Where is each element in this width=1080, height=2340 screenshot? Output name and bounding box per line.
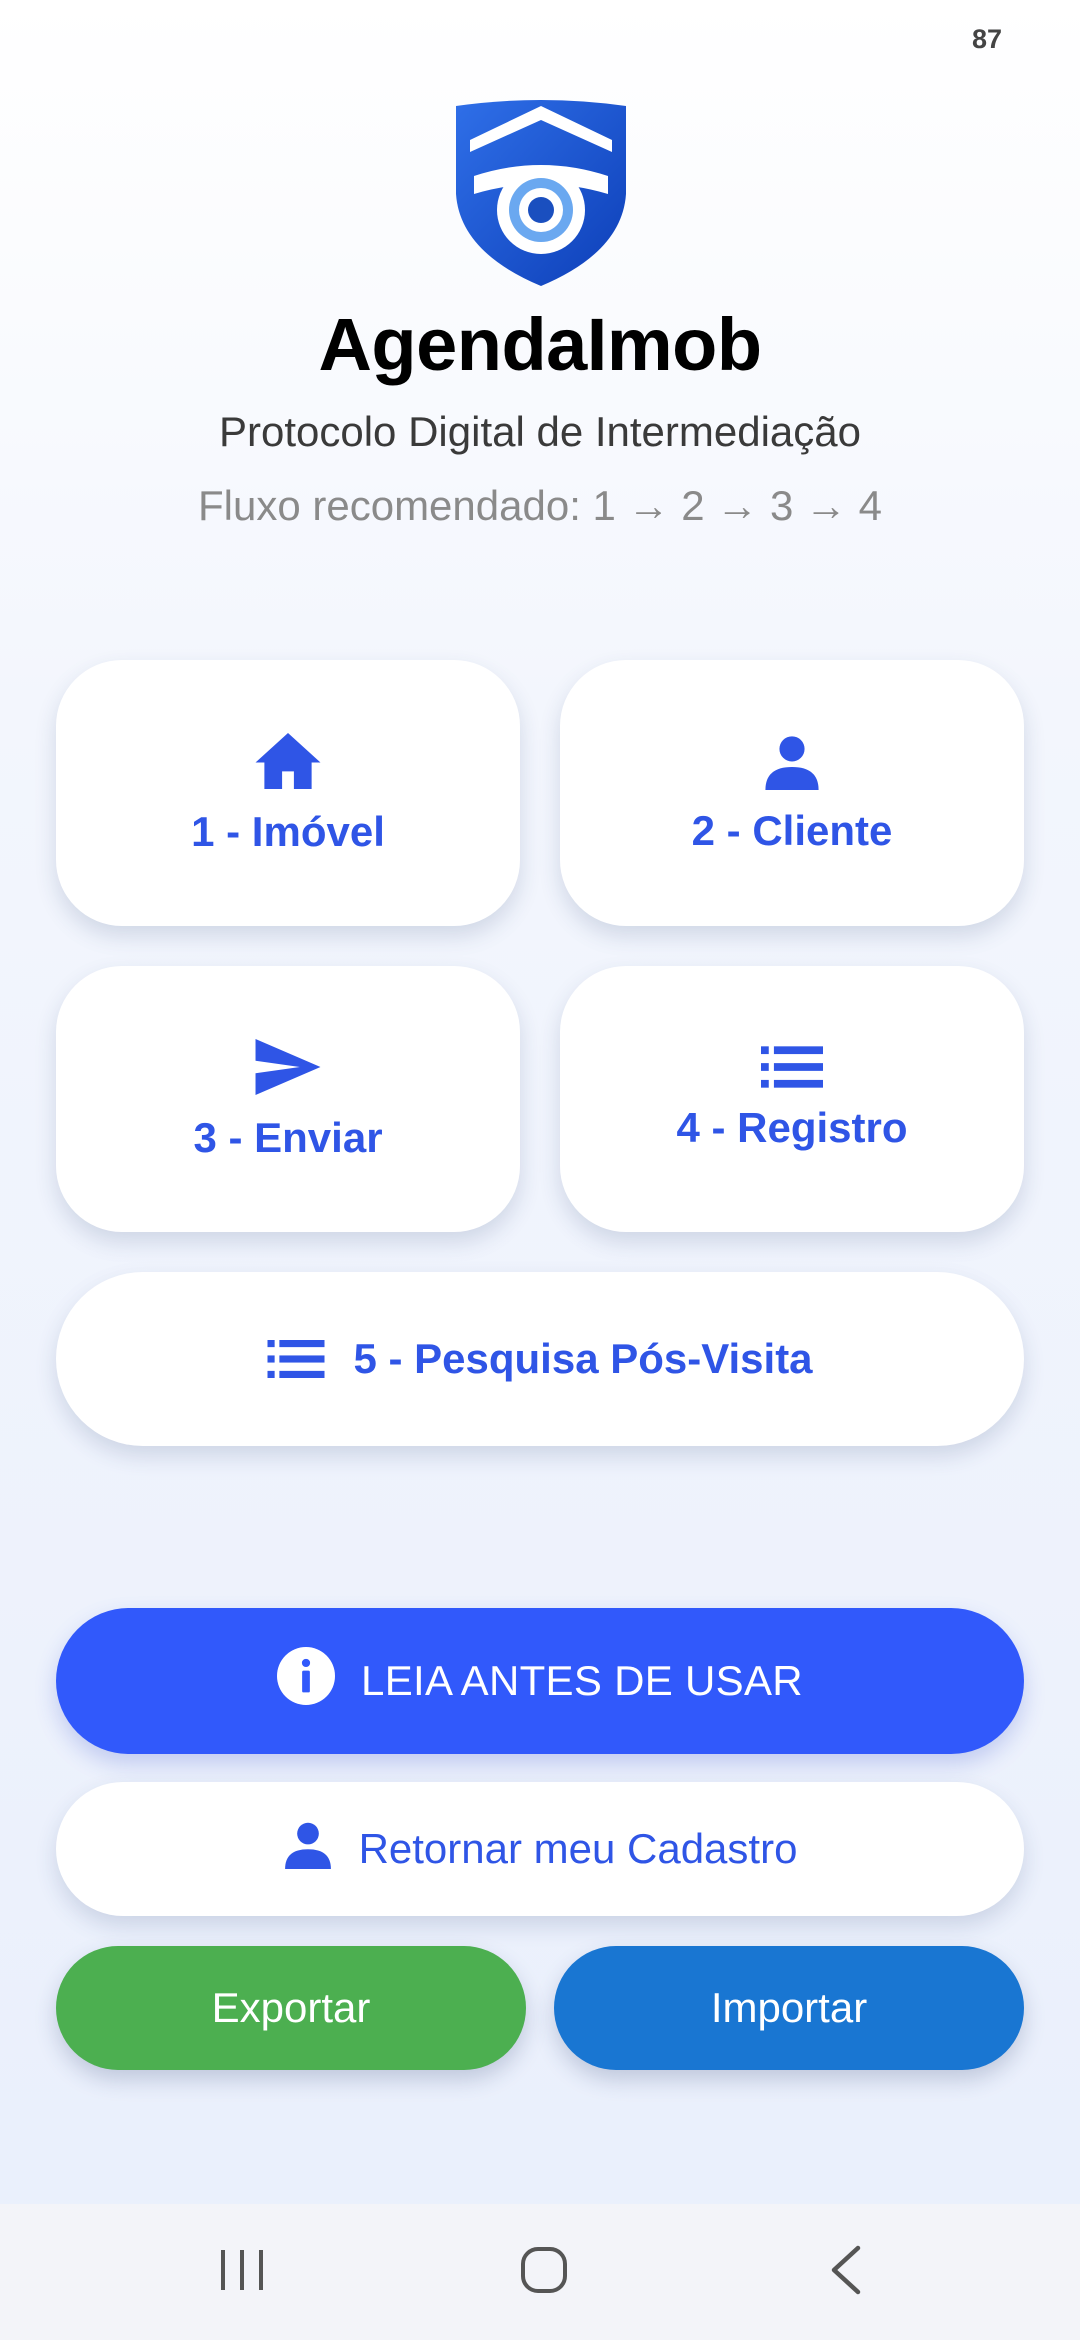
- export-label: Exportar: [211, 1984, 371, 2031]
- return-cadastro-label: Retornar meu Cadastro: [358, 1825, 798, 1872]
- imovel-button[interactable]: 1 - Imóvel: [56, 660, 520, 926]
- import-button[interactable]: Importar: [554, 1946, 1024, 2070]
- shield-eye-logo: [452, 98, 630, 288]
- cliente-label: 2 - Cliente: [691, 807, 893, 854]
- export-button[interactable]: Exportar: [56, 1946, 526, 2070]
- registro-button[interactable]: 4 - Registro: [560, 966, 1024, 1232]
- home-circle-icon: [520, 2246, 568, 2299]
- send-icon: [252, 1036, 324, 1098]
- import-label: Importar: [710, 1984, 868, 2031]
- person-icon: [763, 731, 821, 791]
- info-icon: [277, 1647, 336, 1715]
- registro-label: 4 - Registro: [676, 1104, 908, 1151]
- pesquisa-label: 5 - Pesquisa Pós-Visita: [353, 1335, 813, 1382]
- flow-hint: Fluxo recomendado: 1 → 2 → 3 → 4: [198, 482, 882, 529]
- list-icon: [267, 1340, 325, 1378]
- recent-apps-icon: [218, 2248, 266, 2297]
- imovel-label: 1 - Imóvel: [191, 808, 385, 855]
- person-icon: [283, 1818, 333, 1880]
- pesquisa-pos-visita-button[interactable]: 5 - Pesquisa Pós-Visita: [56, 1272, 1024, 1446]
- back-chevron-icon: [828, 2245, 864, 2300]
- home-nav-button[interactable]: [504, 2234, 584, 2310]
- list-icon: [761, 1046, 823, 1088]
- back-button[interactable]: [806, 2234, 886, 2310]
- home-icon: [252, 730, 324, 792]
- read-before-use-button[interactable]: LEIA ANTES DE USAR: [56, 1608, 1024, 1754]
- cliente-button[interactable]: 2 - Cliente: [560, 660, 1024, 926]
- read-before-use-label: LEIA ANTES DE USAR: [361, 1657, 803, 1704]
- enviar-button[interactable]: 3 - Enviar: [56, 966, 520, 1232]
- system-nav-bar: [0, 2204, 1080, 2340]
- enviar-label: 3 - Enviar: [193, 1114, 383, 1161]
- app-title: AgendaImob: [318, 303, 762, 386]
- battery-level: 87: [971, 24, 1002, 54]
- app-subtitle: Protocolo Digital de Intermediação: [218, 408, 862, 455]
- return-cadastro-button[interactable]: Retornar meu Cadastro: [56, 1782, 1024, 1916]
- recent-apps-button[interactable]: [202, 2234, 282, 2310]
